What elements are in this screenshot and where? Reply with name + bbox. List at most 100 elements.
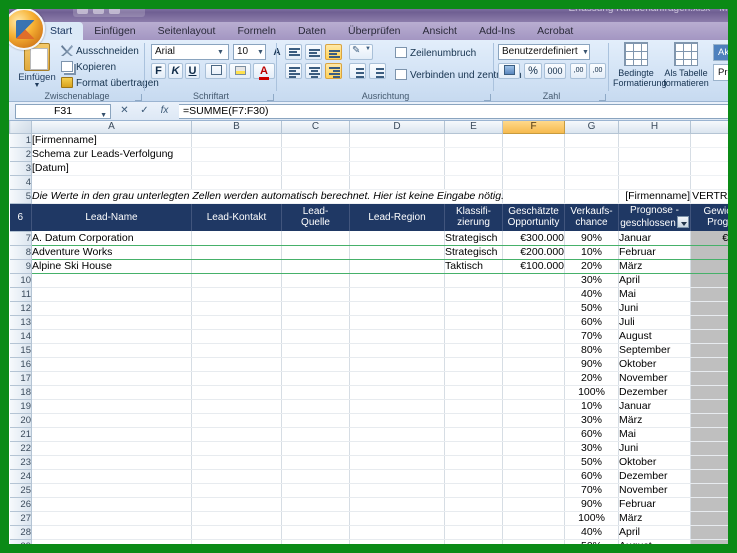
cell-A13[interactable] — [32, 315, 192, 329]
cell-E22[interactable] — [445, 441, 503, 455]
cell-C14[interactable] — [282, 329, 350, 343]
cell-H11[interactable]: Mai — [619, 287, 691, 301]
cell-I13[interactable]: 0 — [691, 315, 729, 329]
cell-H4[interactable] — [619, 175, 691, 189]
cell-B23[interactable] — [192, 455, 282, 469]
cell-E29[interactable] — [445, 539, 503, 544]
cell-A23[interactable] — [32, 455, 192, 469]
conditional-formatting-button[interactable]: Bedingte Formatierung — [613, 42, 659, 88]
alignment-dialog-launcher[interactable] — [484, 94, 491, 101]
col-header-lead-region[interactable]: Lead-Region — [350, 203, 445, 231]
cell-C17[interactable] — [282, 371, 350, 385]
cell-D1[interactable] — [350, 133, 445, 147]
cell-E8[interactable]: Strategisch — [445, 245, 503, 259]
cell-F17[interactable] — [503, 371, 565, 385]
cell-A22[interactable] — [32, 441, 192, 455]
row-header-13[interactable]: 13 — [10, 315, 32, 329]
cell-G16[interactable]: 90% — [565, 357, 619, 371]
col-header-verkaufschance[interactable]: Verkaufs- chance — [565, 203, 619, 231]
cell-G20[interactable]: 30% — [565, 413, 619, 427]
cell-G11[interactable]: 40% — [565, 287, 619, 301]
cell-H14[interactable]: August — [619, 329, 691, 343]
cell-H29[interactable]: August — [619, 539, 691, 544]
cell-D21[interactable] — [350, 427, 445, 441]
row-header-22[interactable]: 22 — [10, 441, 32, 455]
cell-I21[interactable]: 0 — [691, 427, 729, 441]
cell-C10[interactable] — [282, 273, 350, 287]
percent-format-button[interactable]: % — [524, 63, 542, 79]
row-header-3[interactable]: 3 — [10, 161, 32, 175]
cell-A5-note[interactable]: Die Werte in den grau unterlegten Zellen… — [32, 189, 503, 203]
cell-B4[interactable] — [192, 175, 282, 189]
cell-I9[interactable]: €20.000 — [691, 259, 729, 273]
cell-I22[interactable]: 0 — [691, 441, 729, 455]
row-header-6[interactable]: 6 — [10, 203, 32, 231]
row-header-27[interactable]: 27 — [10, 511, 32, 525]
cell-C9[interactable] — [282, 259, 350, 273]
cell-H19[interactable]: Januar — [619, 399, 691, 413]
cell-G14[interactable]: 70% — [565, 329, 619, 343]
cell-G1[interactable] — [565, 133, 619, 147]
row-header-25[interactable]: 25 — [10, 483, 32, 497]
align-bottom-button[interactable] — [325, 44, 342, 60]
cell-F4[interactable] — [503, 175, 565, 189]
cell-C22[interactable] — [282, 441, 350, 455]
cell-G25[interactable]: 70% — [565, 483, 619, 497]
align-top-button[interactable] — [285, 44, 302, 60]
cell-F5[interactable] — [503, 189, 565, 203]
cell-E18[interactable] — [445, 385, 503, 399]
cell-I12[interactable]: 0 — [691, 301, 729, 315]
cell-E1[interactable] — [445, 133, 503, 147]
cell-B29[interactable] — [192, 539, 282, 544]
align-center-button[interactable] — [305, 63, 322, 79]
cell-I20[interactable]: 0 — [691, 413, 729, 427]
cell-D16[interactable] — [350, 357, 445, 371]
tab-start[interactable]: Start — [39, 22, 83, 41]
cell-I23[interactable]: 0 — [691, 455, 729, 469]
cell-A11[interactable] — [32, 287, 192, 301]
cell-G2[interactable] — [565, 147, 619, 161]
cell-A29[interactable] — [32, 539, 192, 544]
cell-A4[interactable] — [32, 175, 192, 189]
cell-I17[interactable]: 0 — [691, 371, 729, 385]
tab-ansicht[interactable]: Ansicht — [412, 22, 468, 41]
cell-E24[interactable] — [445, 469, 503, 483]
cell-B11[interactable] — [192, 287, 282, 301]
cell-E27[interactable] — [445, 511, 503, 525]
cell-D7[interactable] — [350, 231, 445, 245]
increase-decimal-button[interactable]: ,00 — [570, 63, 587, 79]
bold-button[interactable]: F — [151, 63, 166, 79]
cell-H23[interactable]: Oktober — [619, 455, 691, 469]
row-header-8[interactable]: 8 — [10, 245, 32, 259]
insert-function-icon[interactable]: fx — [155, 104, 174, 119]
cell-A25[interactable] — [32, 483, 192, 497]
cell-F3[interactable] — [503, 161, 565, 175]
cell-F21[interactable] — [503, 427, 565, 441]
cell-H17[interactable]: November — [619, 371, 691, 385]
cell-D18[interactable] — [350, 385, 445, 399]
cell-D3[interactable] — [350, 161, 445, 175]
cell-B18[interactable] — [192, 385, 282, 399]
cell-A19[interactable] — [32, 399, 192, 413]
cell-E19[interactable] — [445, 399, 503, 413]
cell-I14[interactable]: 0 — [691, 329, 729, 343]
orientation-button[interactable]: ✎ ▼ — [349, 44, 373, 60]
cell-B21[interactable] — [192, 427, 282, 441]
cell-H28[interactable]: April — [619, 525, 691, 539]
cell-F13[interactable] — [503, 315, 565, 329]
borders-button[interactable] — [205, 63, 227, 79]
cell-B24[interactable] — [192, 469, 282, 483]
cell-A7[interactable]: A. Datum Corporation — [32, 231, 192, 245]
cell-D29[interactable] — [350, 539, 445, 544]
cell-E25[interactable] — [445, 483, 503, 497]
cell-A2[interactable]: Schema zur Leads-Verfolgung — [32, 147, 192, 161]
row-header-7[interactable]: 7 — [10, 231, 32, 245]
cell-F8[interactable]: €200.000 — [503, 245, 565, 259]
cell-E2[interactable] — [445, 147, 503, 161]
clipboard-dialog-launcher[interactable] — [135, 94, 142, 101]
cell-H8[interactable]: Februar — [619, 245, 691, 259]
row-header-26[interactable]: 26 — [10, 497, 32, 511]
row-header-16[interactable]: 16 — [10, 357, 32, 371]
cell-B13[interactable] — [192, 315, 282, 329]
cell-G18[interactable]: 100% — [565, 385, 619, 399]
